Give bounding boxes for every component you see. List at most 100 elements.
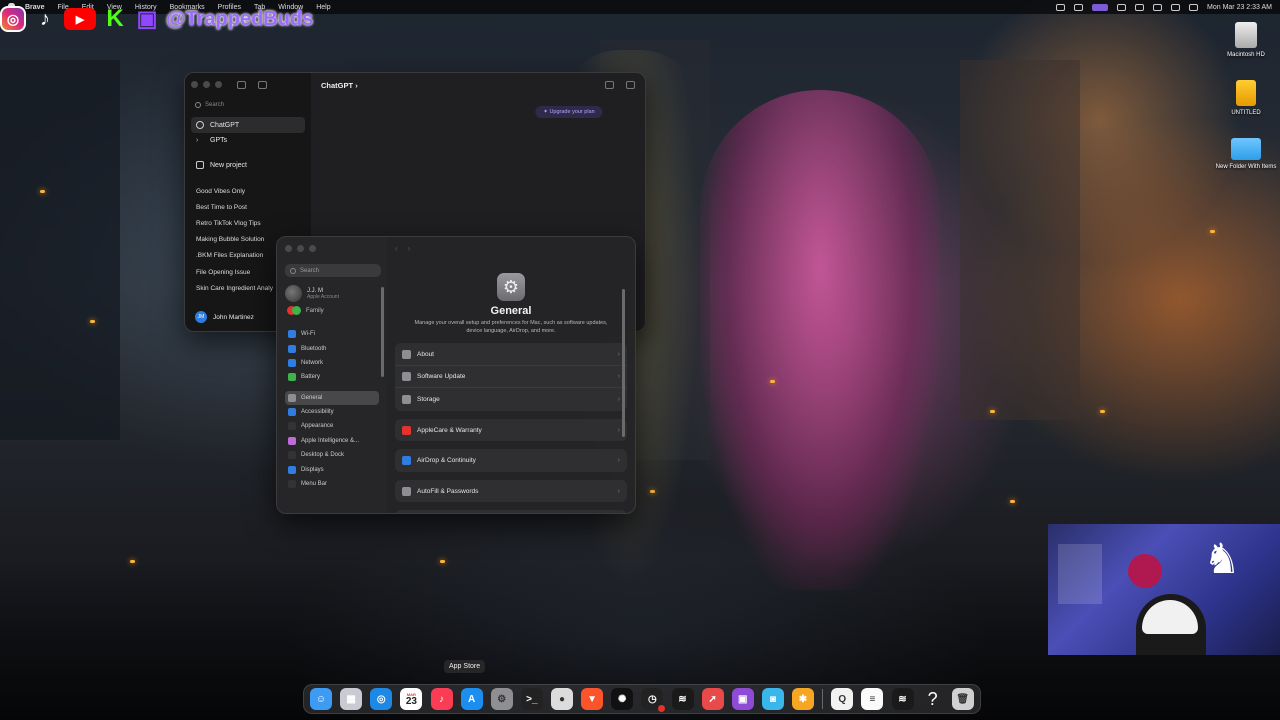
help-icon[interactable]: ? xyxy=(922,688,944,710)
chat-item[interactable]: Best Time to Post xyxy=(191,199,305,215)
menu-clock[interactable]: Mon Mar 23 2:33 AM xyxy=(1207,4,1272,11)
launchpad-icon[interactable]: ▦ xyxy=(340,688,363,710)
toggle-sidebar-icon[interactable] xyxy=(237,81,246,89)
model-name: ChatGPT xyxy=(321,81,354,90)
tools-icon[interactable]: ✱ xyxy=(792,688,814,710)
user-name: John Martinez xyxy=(213,313,254,321)
back-icon[interactable]: ‹ xyxy=(395,244,398,253)
setting-category-icon xyxy=(288,373,296,382)
upgrade-button[interactable]: ✦ Upgrade your plan xyxy=(535,106,603,118)
model-selector[interactable]: ChatGPT › xyxy=(321,81,358,90)
chat-item[interactable]: Good Vibes Only xyxy=(191,183,305,199)
screenshot-icon[interactable]: ◙ xyxy=(761,688,784,710)
new-window-icon[interactable] xyxy=(626,81,635,89)
rocket-icon[interactable]: ➚ xyxy=(701,688,724,710)
activity-icon[interactable]: ◷ xyxy=(641,688,666,712)
desktop-icon-new-folder[interactable]: New Folder With Items xyxy=(1214,138,1278,170)
nav-gpts[interactable]: › GPTs xyxy=(191,133,305,148)
minimize-button[interactable] xyxy=(297,245,304,252)
zoom-button[interactable] xyxy=(215,81,222,88)
notes-icon[interactable]: ≡ xyxy=(861,688,884,710)
terminal-icon[interactable]: >_ xyxy=(520,688,543,710)
nav-new-project[interactable]: New project xyxy=(191,157,305,173)
setting-icon xyxy=(402,372,411,382)
system-settings-icon[interactable]: ⚙ xyxy=(490,688,513,710)
settings-search[interactable]: Search xyxy=(285,264,381,277)
system-settings-window: Search J.J. M Apple Account Family Wi-Fi… xyxy=(276,236,636,514)
capcut-icon[interactable]: ≋ xyxy=(671,688,694,710)
nav-chatgpt[interactable]: ChatGPT xyxy=(191,117,305,133)
folder-plus-icon xyxy=(196,161,204,169)
menu-help[interactable]: Help xyxy=(316,4,330,11)
settings-row-about[interactable]: About › xyxy=(395,343,627,366)
setting-icon xyxy=(402,395,411,405)
user-profile[interactable]: JM John Martinez xyxy=(195,311,254,323)
streamer-handle: @TrappedBuds xyxy=(166,7,314,30)
forward-icon[interactable]: › xyxy=(408,244,411,253)
obs-icon[interactable]: ● xyxy=(551,688,573,710)
content-scrollbar[interactable] xyxy=(622,289,625,437)
sidebar-item-accessibility[interactable]: Accessibility xyxy=(285,405,379,419)
music-icon[interactable]: ♪ xyxy=(430,688,453,710)
spotlight-icon[interactable] xyxy=(1171,3,1181,11)
sidebar-item-general[interactable]: General xyxy=(285,390,379,405)
finder-icon[interactable]: ☺ xyxy=(310,688,332,710)
sidebar-item-displays[interactable]: Displays xyxy=(285,462,379,476)
sidebar-item-wi-fi[interactable]: Wi-Fi xyxy=(285,327,379,341)
app-store-icon[interactable]: A xyxy=(460,688,483,710)
sidebar-item-network[interactable]: Network xyxy=(285,356,379,370)
nav-label: ChatGPT xyxy=(210,121,240,129)
sidebar-item-desktop-dock[interactable]: Desktop & Dock xyxy=(285,448,379,462)
status-sync-icon[interactable] xyxy=(1056,3,1066,11)
chevron-right-icon: › xyxy=(617,426,620,434)
settings-row-label: AppleCare & Warranty xyxy=(417,426,482,434)
siri-icon[interactable] xyxy=(1189,3,1199,11)
chatgpt-search[interactable]: Search xyxy=(191,102,305,108)
share-icon[interactable] xyxy=(605,81,614,89)
close-button[interactable] xyxy=(285,245,292,252)
safari-icon[interactable]: ◎ xyxy=(370,688,393,710)
control-center-icon[interactable] xyxy=(1153,3,1163,11)
chat-item[interactable]: Retro TikTok Vlog Tips xyxy=(191,215,305,231)
new-chat-icon[interactable] xyxy=(258,81,267,89)
sidebar-scrollbar[interactable] xyxy=(381,287,384,377)
status-display-icon[interactable] xyxy=(1074,3,1084,11)
setting-category-icon xyxy=(288,451,296,460)
minimize-button[interactable] xyxy=(203,81,210,88)
status-recording-icon[interactable] xyxy=(1092,3,1109,11)
quicktime-icon[interactable]: Q xyxy=(831,688,854,710)
sidebar-item-menu-bar[interactable]: Menu Bar xyxy=(285,477,379,491)
apple-account-item[interactable]: J.J. M Apple Account xyxy=(285,285,379,302)
chatgpt-icon[interactable]: ✺ xyxy=(611,688,634,710)
chevron-right-icon: › xyxy=(617,350,620,358)
close-button[interactable] xyxy=(191,81,198,88)
desktop-icon-macintosh-hd[interactable]: Macintosh HD xyxy=(1214,22,1278,58)
battery-icon[interactable] xyxy=(1117,3,1127,11)
brave-icon[interactable]: ▼ xyxy=(581,688,604,710)
desktop-icon-label: New Folder With Items xyxy=(1215,164,1277,170)
sidebar-item-apple-intelligence[interactable]: Apple Intelligence &... xyxy=(285,434,379,448)
sidebar-item-battery[interactable]: Battery xyxy=(285,370,379,384)
family-item[interactable]: Family xyxy=(285,306,379,315)
settings-row-applecare-warranty[interactable]: AppleCare & Warranty › xyxy=(395,419,627,442)
sidebar-item-label: General xyxy=(301,394,323,401)
settings-row-software-update[interactable]: Software Update › xyxy=(395,366,627,389)
settings-row-storage[interactable]: Storage › xyxy=(395,388,627,411)
setting-category-icon xyxy=(288,422,296,431)
settings-sidebar: Search J.J. M Apple Account Family Wi-Fi… xyxy=(277,237,387,513)
settings-row-autofill-passwords[interactable]: AutoFill & Passwords › xyxy=(395,480,627,503)
trash-icon[interactable]: 🗑 xyxy=(951,688,974,710)
settings-group: AutoFill & Passwords › xyxy=(395,479,627,503)
nav-label: New project xyxy=(210,161,247,169)
calendar-icon[interactable]: MAR 23 xyxy=(400,688,423,710)
podcast-icon[interactable]: ▣ xyxy=(731,688,754,710)
sidebar-item-appearance[interactable]: Appearance xyxy=(285,419,379,433)
zoom-button[interactable] xyxy=(309,245,316,252)
settings-row-date-time[interactable]: Date & Time› xyxy=(395,510,627,513)
waveform-icon[interactable]: ≋ xyxy=(891,688,914,710)
sidebar-item-bluetooth[interactable]: Bluetooth xyxy=(285,341,379,355)
settings-group: Date & Time› xyxy=(395,510,627,513)
desktop-icon-untitled[interactable]: UNTITLED xyxy=(1214,80,1278,116)
wifi-icon[interactable] xyxy=(1135,3,1145,11)
settings-row-airdrop-continuity[interactable]: AirDrop & Continuity › xyxy=(395,449,627,472)
